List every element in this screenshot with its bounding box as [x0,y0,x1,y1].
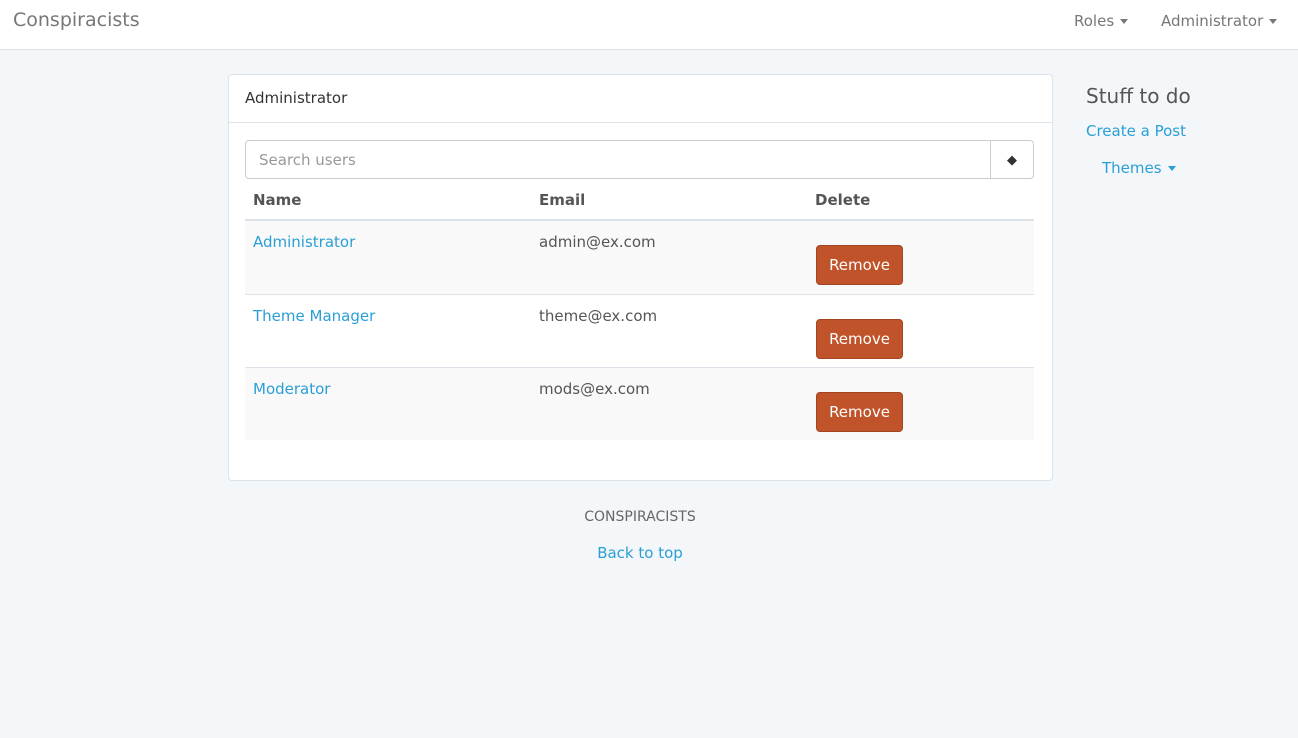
user-name-link[interactable]: Theme Manager [253,307,375,325]
caret-down-icon [1269,19,1278,24]
back-to-top-link[interactable]: Back to top [597,544,683,562]
table-header: Name Email Delete [245,179,1034,221]
remove-button[interactable]: Remove [816,392,903,432]
column-header-email: Email [539,191,586,209]
sidebar-title: Stuff to do [1086,84,1191,108]
user-email: mods@ex.com [539,380,650,398]
user-name-link[interactable]: Moderator [253,380,330,398]
caret-down-icon [1120,19,1129,24]
create-post-link[interactable]: Create a Post [1086,122,1186,140]
top-navbar: Conspiracists Roles Administrator [0,0,1298,50]
roles-dropdown-label: Roles [1074,12,1115,30]
column-header-name: Name [253,191,302,209]
remove-button[interactable]: Remove [816,245,903,285]
users-panel: Administrator ◆ Name Email Delete Admini… [228,74,1053,481]
user-email: admin@ex.com [539,233,656,251]
themes-dropdown[interactable]: Themes [1102,159,1176,177]
table-row: Theme Manager theme@ex.com Remove [245,294,1034,367]
diamond-icon: ◆ [1007,151,1017,167]
footer-title: CONSPIRACISTS [584,509,696,525]
column-header-delete: Delete [815,191,871,209]
roles-dropdown[interactable]: Roles [1074,12,1129,30]
user-name-link[interactable]: Administrator [253,233,355,251]
search-group: ◆ [245,140,1035,179]
search-button[interactable]: ◆ [990,140,1034,179]
search-input[interactable] [245,140,991,179]
panel-heading: Administrator [229,75,1052,123]
caret-down-icon [1167,166,1176,171]
user-email: theme@ex.com [539,307,658,325]
user-dropdown[interactable]: Administrator [1161,12,1278,30]
table-row: Administrator admin@ex.com Remove [245,221,1034,294]
users-table: Name Email Delete Administrator admin@ex… [245,179,1034,513]
table-row: Moderator mods@ex.com Remove [245,367,1034,440]
remove-button[interactable]: Remove [816,319,903,359]
themes-dropdown-label: Themes [1102,159,1162,177]
brand-link[interactable]: Conspiracists [13,9,140,31]
user-dropdown-label: Administrator [1161,12,1264,30]
footer-link-wrap: Back to top [0,544,1280,562]
